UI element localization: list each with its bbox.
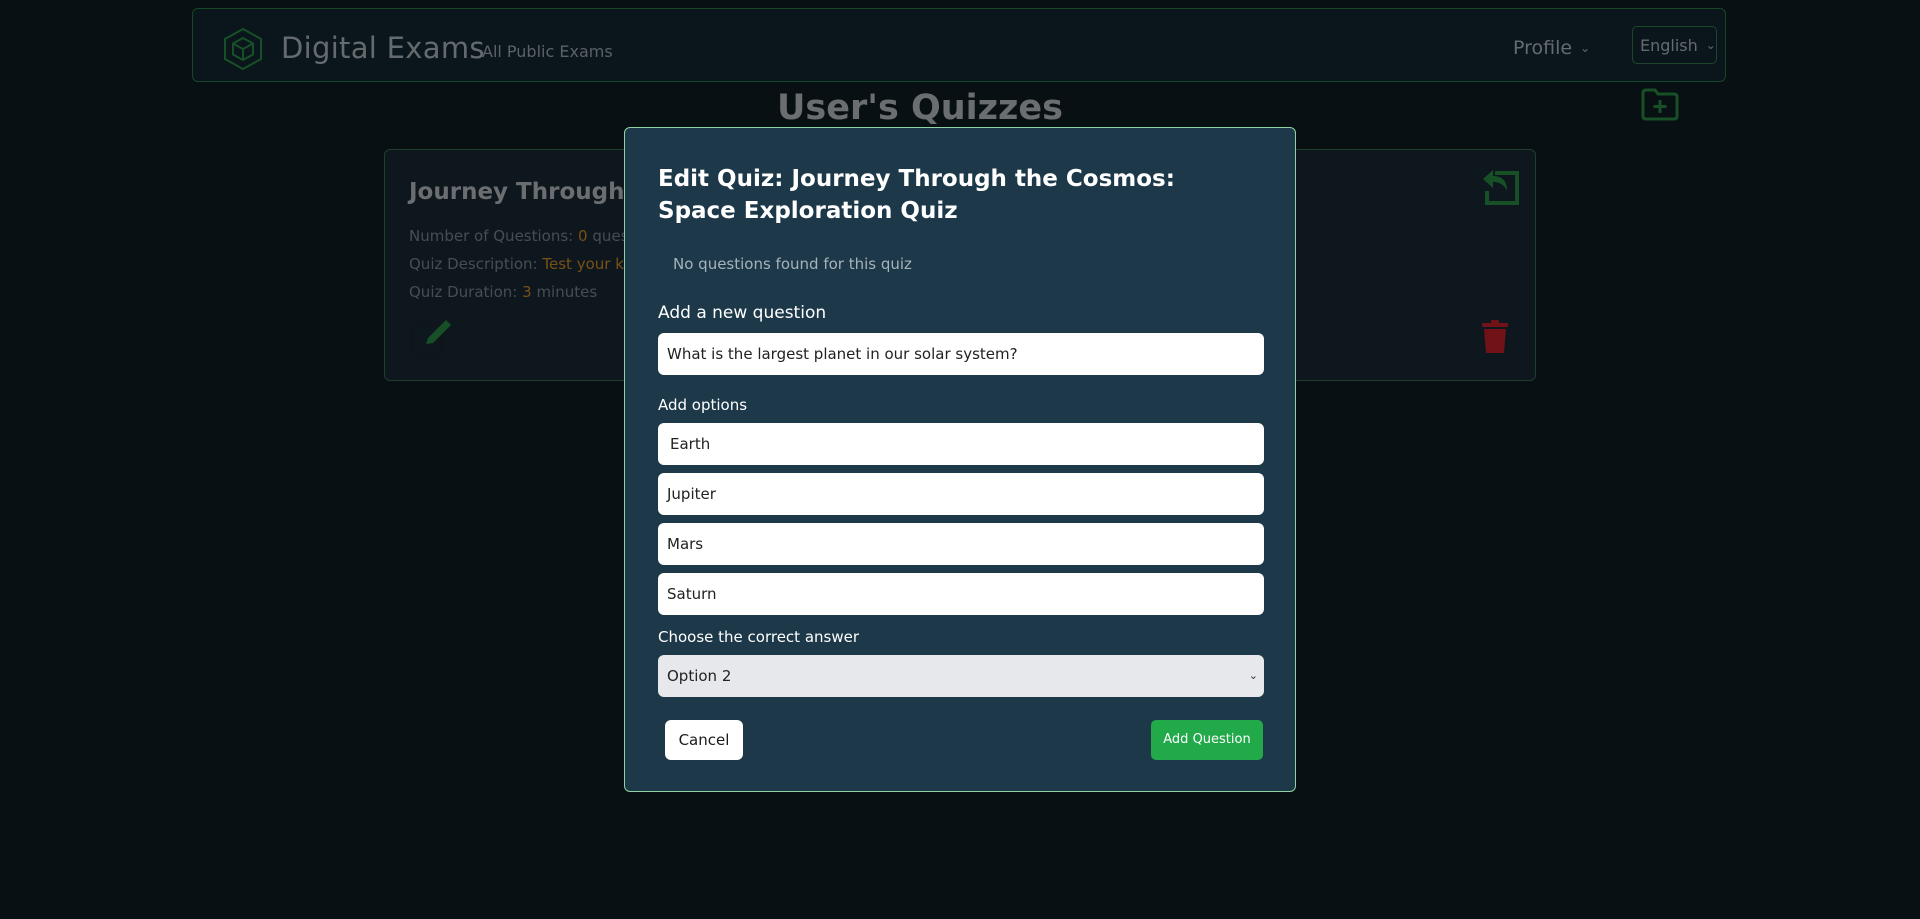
correct-answer-value: Option 2 bbox=[667, 667, 732, 685]
no-questions-message: No questions found for this quiz bbox=[673, 255, 912, 273]
option-4-input[interactable]: Saturn bbox=[658, 573, 1264, 615]
chevron-down-icon: ⌄ bbox=[1248, 669, 1258, 682]
correct-answer-label: Choose the correct answer bbox=[658, 628, 859, 646]
option-2-input[interactable]: Jupiter bbox=[658, 473, 1264, 515]
add-options-label: Add options bbox=[658, 396, 748, 414]
modal-title: Edit Quiz: Journey Through the Cosmos: S… bbox=[658, 166, 1175, 224]
correct-answer-select[interactable]: Option 2 ⌄ bbox=[658, 655, 1264, 697]
question-input[interactable]: What is the largest planet in our solar … bbox=[658, 333, 1264, 375]
cancel-button[interactable]: Cancel bbox=[665, 720, 743, 760]
add-question-label: Add a new question bbox=[658, 303, 827, 323]
add-question-button[interactable]: Add Question bbox=[1151, 720, 1263, 760]
option-1-input[interactable]: Earth bbox=[658, 423, 1264, 465]
edit-quiz-modal: Edit Quiz: Journey Through the Cosmos: S… bbox=[624, 127, 1296, 792]
option-3-input[interactable]: Mars bbox=[658, 523, 1264, 565]
